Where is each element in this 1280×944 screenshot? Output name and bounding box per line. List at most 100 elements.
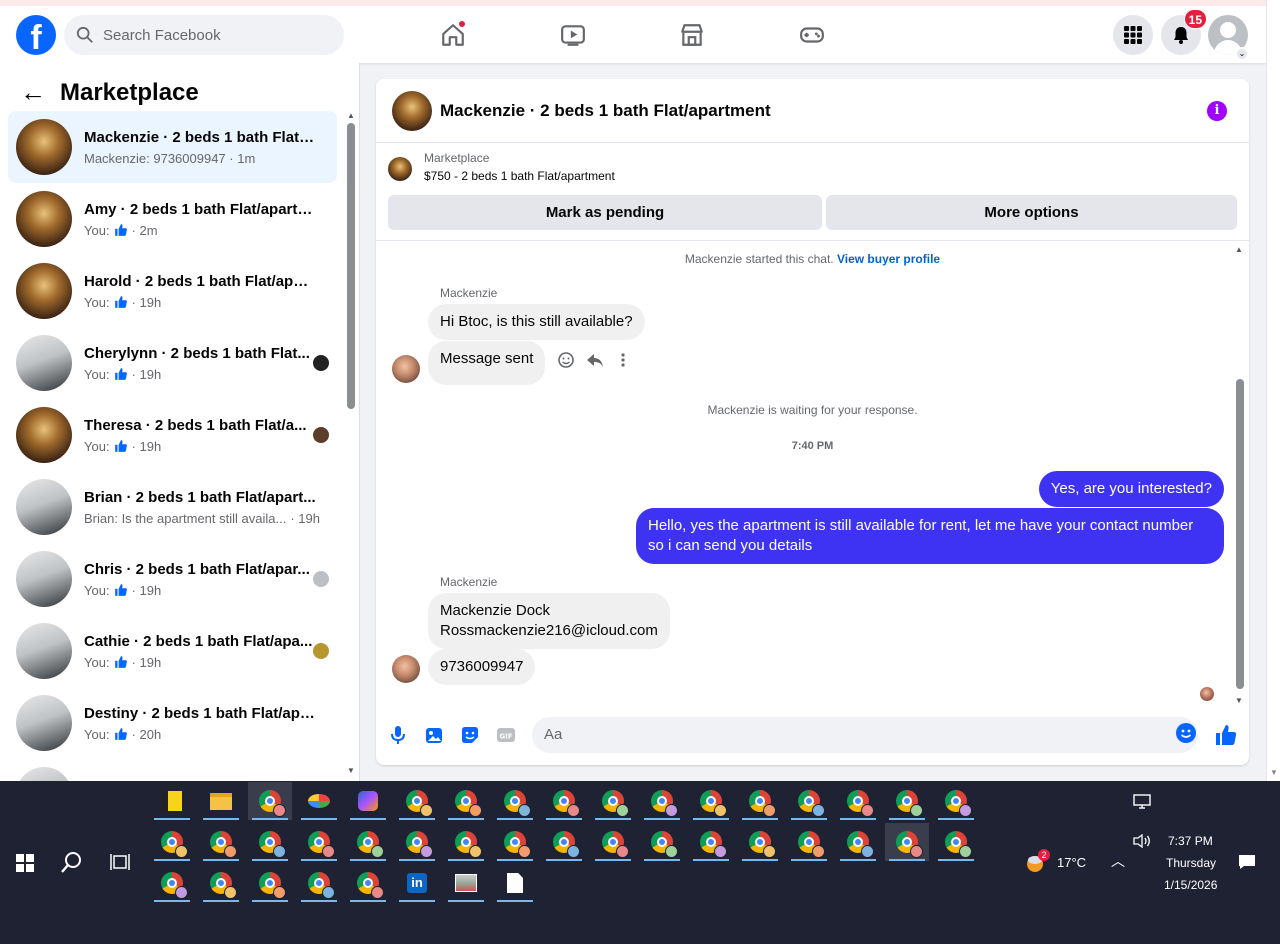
sticker-icon[interactable]: [460, 725, 480, 745]
reply-icon[interactable]: [586, 351, 604, 369]
chrome-app[interactable]: [444, 782, 488, 820]
inbox-scrollbar[interactable]: ▲ ▼: [344, 111, 356, 781]
chrome-app[interactable]: [934, 823, 978, 861]
scroll-down-arrow[interactable]: ▼: [1235, 696, 1243, 705]
chrome-app[interactable]: [836, 782, 880, 820]
marketplace-tab[interactable]: [677, 20, 707, 50]
menu-button[interactable]: [1113, 15, 1153, 55]
scroll-up-arrow[interactable]: ▲: [1235, 245, 1243, 254]
back-arrow-icon[interactable]: ←: [20, 77, 46, 108]
video-tab[interactable]: [558, 20, 588, 50]
chrome-app[interactable]: [346, 823, 390, 861]
sender-avatar[interactable]: [392, 655, 420, 683]
chrome-app[interactable]: [591, 823, 635, 861]
file-explorer-app[interactable]: [199, 782, 243, 820]
volume-icon[interactable]: [1133, 834, 1151, 848]
document-app[interactable]: [493, 864, 537, 902]
sticky-notes-app[interactable]: [150, 782, 194, 820]
chrome-app[interactable]: [591, 782, 635, 820]
chrome-app[interactable]: [787, 823, 831, 861]
chrome-app[interactable]: [297, 823, 341, 861]
chrome-app[interactable]: [542, 782, 586, 820]
taskbar-search-icon[interactable]: [61, 851, 83, 873]
facebook-logo[interactable]: f: [16, 15, 56, 55]
chat-title[interactable]: Mackenzie · 2 beds 1 bath Flat/apartment: [440, 101, 771, 121]
chevron-up-icon[interactable]: ︿: [1111, 851, 1125, 871]
scrollbar-thumb[interactable]: [1236, 379, 1244, 689]
chrome-app[interactable]: [150, 823, 194, 861]
message-input[interactable]: Aa: [532, 717, 1198, 753]
chevron-down-icon[interactable]: ⌄: [1235, 47, 1249, 61]
chrome-app[interactable]: [738, 823, 782, 861]
photo-icon[interactable]: [424, 725, 444, 745]
conversation-item[interactable]: Destiny · 2 beds 1 bath Flat/apar... You:…: [8, 687, 337, 759]
paint-app[interactable]: [297, 782, 341, 820]
conversation-item[interactable]: Chris · 2 beds 1 bath Flat/apar... You: · …: [8, 543, 337, 615]
chrome-app[interactable]: [885, 782, 929, 820]
incoming-message[interactable]: Message sent: [428, 341, 546, 385]
emoji-icon[interactable]: [1176, 723, 1196, 743]
chrome-app[interactable]: [248, 782, 292, 820]
more-actions-icon[interactable]: [614, 351, 632, 369]
outgoing-message[interactable]: Hello, yes the apartment is still availa…: [636, 508, 1224, 564]
chrome-app[interactable]: [346, 864, 390, 902]
sender-avatar[interactable]: [392, 355, 420, 383]
conversation-item[interactable]: Mackenzie · 2 beds 1 bath Flat/a... Macke…: [8, 111, 337, 183]
chrome-app[interactable]: [689, 823, 733, 861]
chrome-app[interactable]: [885, 823, 929, 861]
chrome-app[interactable]: [493, 823, 537, 861]
chrome-app[interactable]: [640, 782, 684, 820]
chrome-app[interactable]: [199, 864, 243, 902]
clock-time[interactable]: 7:37 PM: [1168, 834, 1213, 848]
temperature[interactable]: 17°C: [1057, 855, 1086, 870]
listing-summary[interactable]: Marketplace $750 - 2 beds 1 bath Flat/ap…: [388, 151, 615, 183]
more-options-button[interactable]: More options: [826, 195, 1237, 230]
outgoing-message[interactable]: Yes, are you interested?: [1038, 471, 1224, 507]
microphone-icon[interactable]: [388, 725, 408, 745]
chrome-app[interactable]: [689, 782, 733, 820]
chrome-app[interactable]: [640, 823, 684, 861]
conversation-item[interactable]: Cherylynn · 2 beds 1 bath Flat... You: · 1…: [8, 327, 337, 399]
copilot-app[interactable]: [346, 782, 390, 820]
chrome-app[interactable]: [150, 864, 194, 902]
incoming-message[interactable]: 9736009947: [428, 649, 536, 685]
network-icon[interactable]: [1133, 794, 1151, 810]
search-input[interactable]: Search Facebook: [64, 15, 344, 55]
chrome-app[interactable]: [248, 823, 292, 861]
notification-center-icon[interactable]: [1238, 854, 1256, 870]
conversation-item[interactable]: Harold · 2 beds 1 bath Flat/apart... You:…: [8, 255, 337, 327]
scroll-up-arrow[interactable]: ▲: [347, 111, 355, 120]
chat-scrollbar[interactable]: ▲ ▼: [1234, 245, 1246, 705]
chrome-app[interactable]: [444, 823, 488, 861]
conversation-item[interactable]: Amy · 2 beds 1 bath Flat/apartm... You: · …: [8, 183, 337, 255]
linkedin-app[interactable]: in: [395, 864, 439, 902]
chrome-app[interactable]: [395, 782, 439, 820]
notifications-button[interactable]: 15: [1161, 9, 1207, 55]
chrome-app[interactable]: [248, 864, 292, 902]
conversation-item[interactable]: Theresa · 2 beds 1 bath Flat/a... You: · 1…: [8, 399, 337, 471]
page-scrollbar[interactable]: ▼: [1266, 0, 1280, 781]
chrome-app[interactable]: [738, 782, 782, 820]
mark-as-pending-button[interactable]: Mark as pending: [388, 195, 822, 230]
chrome-app[interactable]: [836, 823, 880, 861]
react-emoji-icon[interactable]: [557, 351, 575, 369]
chrome-app[interactable]: [199, 823, 243, 861]
chrome-app[interactable]: [542, 823, 586, 861]
windows-start-icon[interactable]: [16, 854, 34, 872]
task-view-icon[interactable]: [110, 853, 130, 871]
chrome-app[interactable]: [787, 782, 831, 820]
view-buyer-profile-link[interactable]: View buyer profile: [837, 252, 940, 266]
chrome-app[interactable]: [493, 782, 537, 820]
photo-viewer-app[interactable]: [444, 864, 488, 902]
home-tab[interactable]: [438, 20, 468, 50]
conversation-item[interactable]: Brianna · 2 beds 1 bath Flat/apar...: [8, 759, 337, 781]
listing-avatar[interactable]: [392, 90, 432, 131]
clock-date[interactable]: 1/15/2026: [1164, 878, 1217, 892]
info-icon[interactable]: i: [1207, 101, 1227, 121]
scrollbar-thumb[interactable]: [347, 123, 355, 409]
weather-icon[interactable]: 2: [1026, 849, 1050, 873]
clock-day[interactable]: Thursday: [1166, 856, 1216, 870]
conversation-item[interactable]: Brian · 2 beds 1 bath Flat/apart... Brian…: [8, 471, 337, 543]
chrome-app[interactable]: [934, 782, 978, 820]
conversation-item[interactable]: Cathie · 2 beds 1 bath Flat/apa... You: · …: [8, 615, 337, 687]
